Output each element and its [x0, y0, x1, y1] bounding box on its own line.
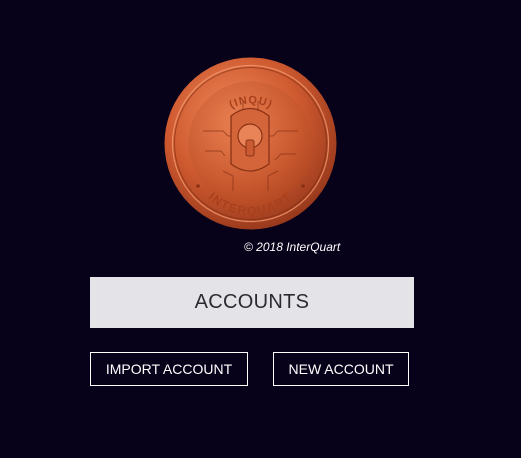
import-account-button[interactable]: IMPORT ACCOUNT	[90, 352, 248, 386]
accounts-banner: ACCOUNTS	[90, 277, 414, 328]
interquart-logo: (INQU) INTERQUART	[163, 56, 338, 231]
accounts-banner-label: ACCOUNTS	[194, 291, 310, 313]
coin-emblem: (INQU) INTERQUART	[164, 57, 337, 230]
lock-emblem-icon	[230, 107, 270, 172]
new-account-button[interactable]: NEW ACCOUNT	[273, 352, 409, 386]
copyright-text: © 2018 InterQuart	[244, 240, 341, 254]
